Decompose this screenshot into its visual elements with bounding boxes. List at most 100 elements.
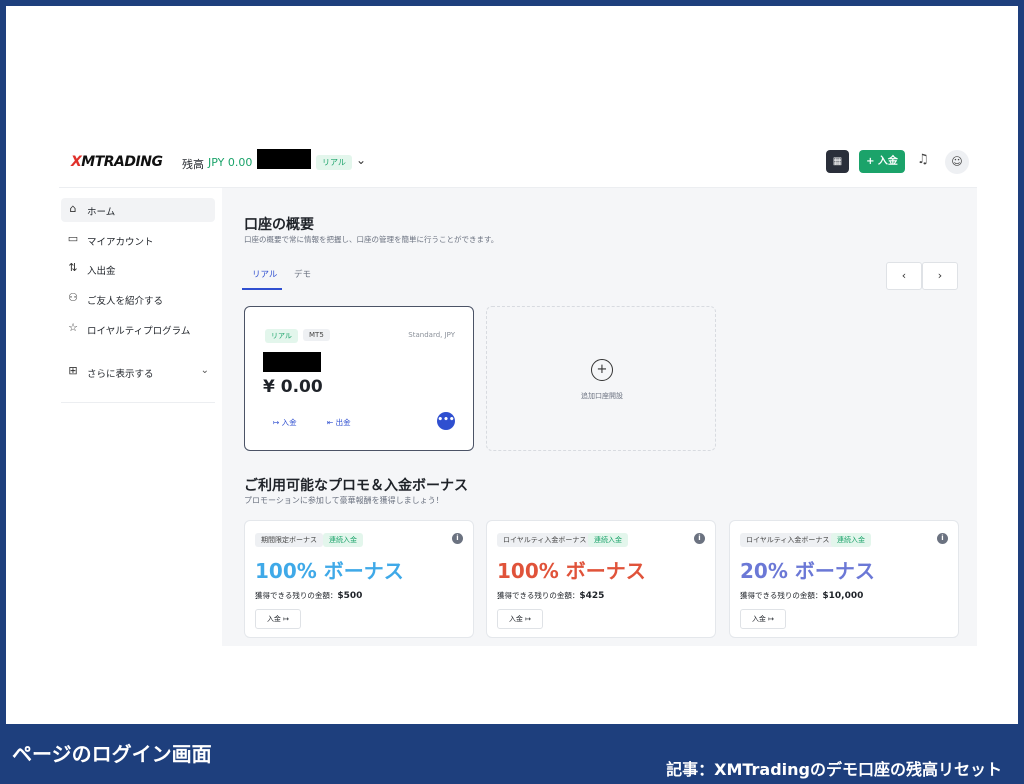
- article-caption: 記事：XMTradingのデモ口座の残高リセット: [666, 760, 1002, 779]
- promo-remaining: 獲得できる残りの金額：$500: [255, 590, 362, 601]
- account-type-badge: リアル: [316, 155, 352, 170]
- chevron-down-icon: ⌄: [200, 365, 209, 376]
- redacted-account-number: [257, 149, 311, 169]
- promo-deposit-label: 入金: [751, 615, 766, 623]
- sidebar-item-my-account[interactable]: ▭ マイアカウント: [61, 228, 215, 252]
- promo-tag-deposit: 連続入金: [588, 533, 628, 547]
- sidebar-item-label: ロイヤルティプログラム: [87, 326, 191, 337]
- balance-label: 残高: [182, 158, 204, 171]
- main-content: 口座の概要 口座の概要で常に情報を把握し、口座の管理を簡単に行うことができます。…: [222, 188, 977, 646]
- user-icon: ☺: [951, 155, 963, 168]
- promo-tag-deposit: 連続入金: [831, 533, 871, 547]
- chevron-right-icon: ›: [937, 269, 943, 282]
- carousel-next-button[interactable]: ›: [922, 262, 958, 290]
- overview-subtitle: 口座の概要で常に情報を把握し、口座の管理を簡単に行うことができます。: [244, 235, 499, 244]
- sidebar-item-label: ホーム: [87, 207, 116, 218]
- transfer-icon: ⇅: [68, 261, 78, 274]
- promo-bonus: 20% ボーナス: [740, 559, 875, 583]
- sidebar-item-refer-friend[interactable]: ⚇ ご友人を紹介する: [61, 287, 215, 311]
- account-deposit-link[interactable]: ↦ 入金: [273, 417, 297, 428]
- logo-x: X: [71, 154, 82, 170]
- tab-demo[interactable]: デモ: [294, 268, 311, 280]
- add-account-label: 追加口座開設: [581, 392, 623, 400]
- promos-title: ご利用可能なプロモ＆入金ボーナス: [244, 478, 468, 494]
- qr-code-icon: ▦: [832, 156, 843, 167]
- promo-bonus: 100% ボーナス: [255, 559, 404, 583]
- users-icon: ⚇: [68, 291, 78, 304]
- sidebar-item-label: ご友人を紹介する: [87, 296, 164, 307]
- qr-code-button[interactable]: ▦: [826, 150, 849, 173]
- add-account-card[interactable]: + 追加口座開設: [486, 306, 716, 451]
- deposit-icon: ↦: [273, 418, 282, 427]
- remaining-label: 獲得できる残りの金額：: [740, 591, 823, 600]
- redacted-account-id: [263, 352, 321, 372]
- app-window: XMTRADING 残高 JPY 0.00 リアル ⌄ ▦ + 入金 ♫ ☺ ⌂…: [59, 136, 977, 646]
- deposit-link-label: 入金: [281, 418, 297, 427]
- arrow-right-icon: ↦: [525, 615, 532, 623]
- account-type-text: Standard, JPY: [408, 331, 455, 339]
- sidebar-item-home[interactable]: ⌂ ホーム: [61, 198, 215, 222]
- active-tab-indicator: [242, 288, 282, 290]
- platform-badge: MT5: [303, 329, 330, 341]
- arrow-right-icon: ↦: [768, 615, 775, 623]
- sidebar-item-label: さらに表示する: [87, 369, 154, 380]
- screenshot-frame: XMTRADING 残高 JPY 0.00 リアル ⌄ ▦ + 入金 ♫ ☺ ⌂…: [6, 6, 1018, 724]
- account-type-badge: リアル: [265, 329, 298, 343]
- user-profile-button[interactable]: ☺: [945, 150, 969, 174]
- sidebar-item-show-more[interactable]: ⊞ さらに表示する ⌄: [61, 360, 215, 384]
- card-icon: ▭: [67, 232, 79, 245]
- home-icon: ⌂: [69, 202, 77, 215]
- promo-tag: ロイヤルティ入金ボーナス: [740, 533, 836, 547]
- promo-card[interactable]: ロイヤルティ入金ボーナス 連続入金 i 20% ボーナス 獲得できる残りの金額：…: [729, 520, 959, 638]
- remaining-label: 獲得できる残りの金額：: [497, 591, 580, 600]
- promo-deposit-label: 入金: [508, 615, 523, 623]
- header-deposit-button[interactable]: + 入金: [859, 150, 905, 173]
- grid-icon: ⊞: [68, 364, 78, 377]
- sidebar-divider: [61, 402, 215, 403]
- caption-footer: ページのログイン画面 記事：XMTradingのデモ口座の残高リセット: [0, 724, 1024, 784]
- account-card[interactable]: リアル MT5 Standard, JPY ¥ 0.00 ↦ 入金 ⇤ 出金 •…: [244, 306, 474, 451]
- promos-subtitle: プロモーションに参加して豪華報酬を獲得しましょう！: [244, 496, 444, 505]
- tab-real[interactable]: リアル: [252, 268, 277, 280]
- plus-icon: +: [591, 359, 613, 381]
- withdraw-icon: ⇤: [327, 418, 336, 427]
- top-bar: XMTRADING 残高 JPY 0.00 リアル ⌄ ▦ + 入金 ♫ ☺: [59, 136, 977, 188]
- withdraw-link-label: 出金: [335, 418, 351, 427]
- remaining-value: $10,000: [822, 591, 864, 601]
- promo-card[interactable]: 期間限定ボーナス 連続入金 i 100% ボーナス 獲得できる残りの金額：$50…: [244, 520, 474, 638]
- promo-remaining: 獲得できる残りの金額：$425: [497, 590, 604, 601]
- overview-title: 口座の概要: [244, 217, 314, 233]
- sidebar-item-label: マイアカウント: [87, 237, 154, 248]
- notification-bell-icon[interactable]: ♫: [917, 152, 929, 167]
- sidebar-item-loyalty[interactable]: ☆ ロイヤルティプログラム: [61, 317, 215, 341]
- promo-tag: ロイヤルティ入金ボーナス: [497, 533, 593, 547]
- account-withdraw-link[interactable]: ⇤ 出金: [327, 417, 351, 428]
- account-balance: ¥ 0.00: [263, 377, 323, 397]
- sidebar-item-deposit-withdraw[interactable]: ⇅ 入出金: [61, 257, 215, 281]
- carousel-prev-button[interactable]: ‹: [886, 262, 922, 290]
- remaining-label: 獲得できる残りの金額：: [255, 591, 338, 600]
- promo-bonus: 100% ボーナス: [497, 559, 646, 583]
- remaining-value: $500: [337, 591, 363, 601]
- info-icon[interactable]: i: [452, 533, 463, 544]
- promo-remaining: 獲得できる残りの金額：$10,000: [740, 590, 863, 601]
- xmtrading-logo[interactable]: XMTRADING: [71, 154, 163, 170]
- promo-deposit-button[interactable]: 入金 ↦: [497, 609, 543, 629]
- page-caption: ページのログイン画面: [12, 742, 212, 766]
- promo-card[interactable]: ロイヤルティ入金ボーナス 連続入金 i 100% ボーナス 獲得できる残りの金額…: [486, 520, 716, 638]
- promo-deposit-button[interactable]: 入金 ↦: [255, 609, 301, 629]
- remaining-value: $425: [579, 591, 605, 601]
- chevron-left-icon: ‹: [901, 269, 907, 282]
- info-icon[interactable]: i: [694, 533, 705, 544]
- balance-value: JPY 0.00: [208, 156, 253, 169]
- sidebar-item-label: 入出金: [87, 266, 116, 277]
- logo-text: MTRADING: [81, 154, 163, 170]
- account-switch-chevron-icon[interactable]: ⌄: [356, 153, 366, 167]
- star-icon: ☆: [68, 321, 78, 334]
- info-icon[interactable]: i: [937, 533, 948, 544]
- more-options-button[interactable]: •••: [437, 412, 455, 430]
- ellipsis-icon: •••: [437, 415, 455, 425]
- sidebar: ⌂ ホーム ▭ マイアカウント ⇅ 入出金 ⚇ ご友人を紹介する ☆ ロイヤルテ…: [59, 188, 222, 646]
- promo-deposit-button[interactable]: 入金 ↦: [740, 609, 786, 629]
- arrow-right-icon: ↦: [283, 615, 290, 623]
